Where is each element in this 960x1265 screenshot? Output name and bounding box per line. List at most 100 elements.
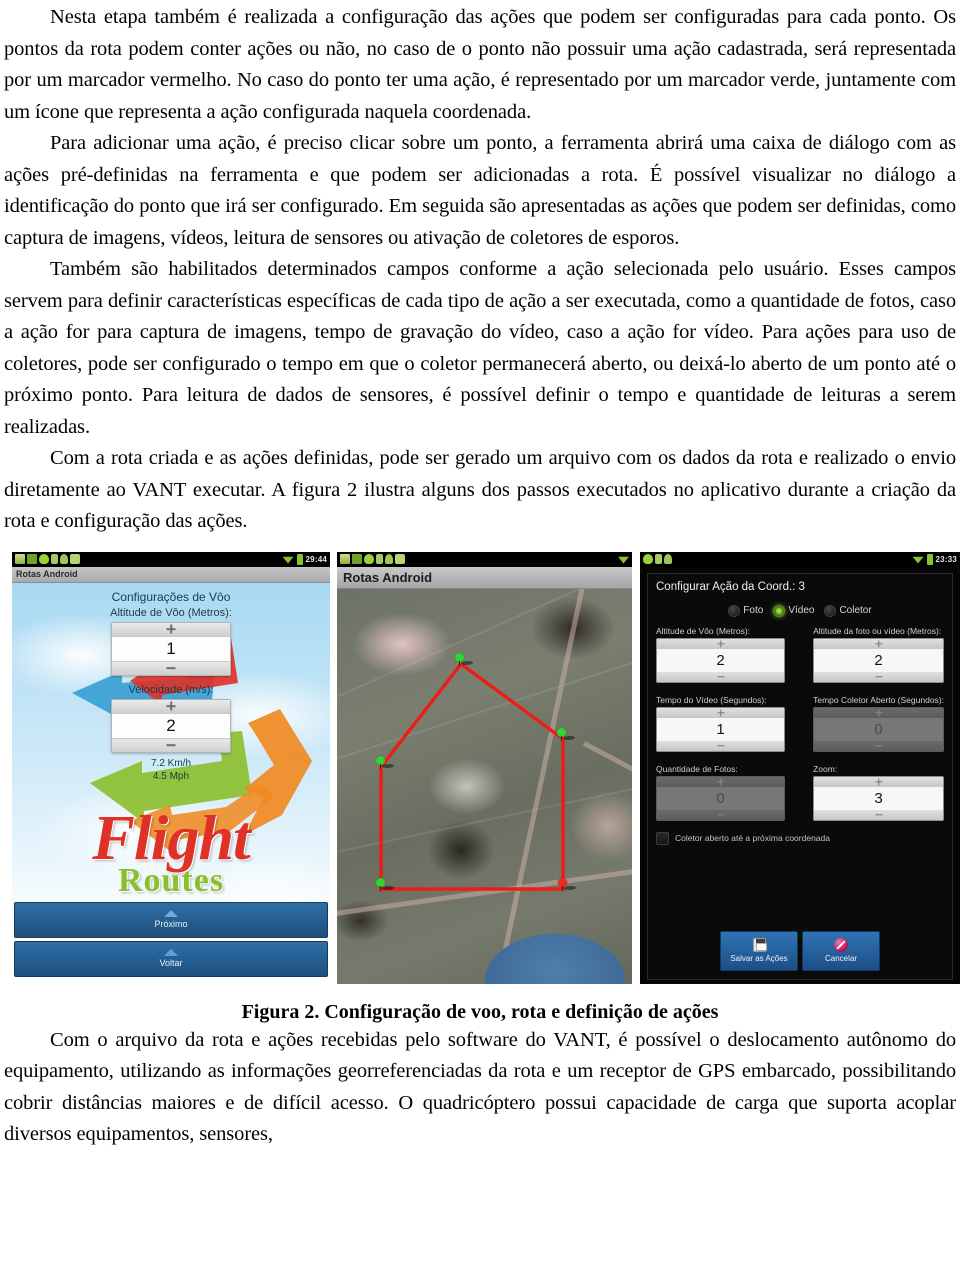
stepper-altitude-foto[interactable]: 2 (813, 637, 944, 683)
stepper-value-zoom[interactable]: 3 (814, 786, 943, 810)
screenshot-flight-config: 29:44 Rotas Android Configurações de Vôo… (12, 551, 330, 984)
altitude-increment-1[interactable] (112, 622, 230, 636)
stepper-increment (657, 776, 785, 787)
stepper-value-tempo-video[interactable]: 1 (657, 717, 785, 741)
cancel-circle-icon (834, 938, 848, 952)
figure-2: 29:44 Rotas Android Configurações de Vôo… (4, 551, 960, 990)
speed-label: Velocidade (m/s): (128, 683, 214, 696)
android-icon-3 (643, 554, 653, 564)
cancel-button[interactable]: Cancelar (802, 930, 880, 971)
field-label-quantidade-fotos: Quantidade de Fotos: (656, 763, 738, 774)
stepper-decrement (657, 809, 785, 820)
back-button-label: Voltar (159, 958, 183, 968)
field-label-tempo-video: Tempo do Vídeo (Segundos): (656, 694, 767, 705)
stepper-decrement[interactable] (814, 809, 943, 820)
paragraph-4: Com a rota criada e as ações definidas, … (4, 447, 956, 532)
radio-dot-video (773, 604, 786, 617)
stepper-increment[interactable] (814, 638, 943, 649)
route-marker-1[interactable] (455, 652, 474, 666)
satellite-map[interactable] (337, 588, 632, 984)
usb-icon-2 (376, 554, 383, 564)
speed-value[interactable]: 2 (112, 712, 230, 739)
stepper-increment (814, 707, 943, 718)
battery-icon-3 (926, 553, 933, 565)
android-status-bar-2 (337, 551, 632, 567)
radio-dot-foto (728, 604, 741, 617)
radio-coletor[interactable]: Coletor (824, 604, 872, 617)
stepper-decrement[interactable] (657, 740, 785, 751)
field-zoom: Zoom: 3 (813, 764, 944, 828)
calendar-icon (27, 554, 37, 564)
status-time-1: 29:44 (305, 554, 327, 564)
checkbox-icon[interactable] (656, 831, 669, 845)
marker-shadow (381, 763, 395, 768)
android-icon-2 (364, 554, 374, 564)
speed-decrement[interactable] (112, 738, 230, 752)
speed-increment[interactable] (112, 699, 230, 713)
document-page: Nesta etapa também é realizada a configu… (0, 0, 960, 1265)
field-label-zoom: Zoom: (813, 763, 838, 774)
floppy-disk-icon (752, 938, 767, 952)
altitude-value-1[interactable]: 1 (112, 635, 230, 662)
up-arrow-icon (164, 910, 178, 917)
wifi-icon-2 (618, 556, 629, 564)
logo-routes-text: Routes (117, 861, 225, 899)
field-altitude-foto: Altitude da foto ou vídeo (Metros): 2 (813, 626, 944, 690)
stepper-value-tempo-coletor: 0 (814, 717, 943, 741)
speed-stepper[interactable]: 2 (111, 698, 231, 753)
battery-icon (296, 553, 303, 565)
field-quantidade-fotos: Quantidade de Fotos: 0 (656, 763, 786, 828)
save-actions-button[interactable]: Salvar as Ações (720, 930, 798, 971)
stepper-increment[interactable] (657, 707, 785, 718)
marker-shadow (563, 885, 577, 890)
radio-foto[interactable]: Foto (728, 604, 763, 617)
speed-mph: 4.5 Mph (152, 770, 190, 782)
save-actions-label: Salvar as Ações (730, 954, 788, 963)
stepper-quantidade-fotos: 0 (656, 775, 786, 821)
dialog-title: Configurar Ação da Coord.: 3 (656, 580, 805, 593)
radio-video[interactable]: Vídeo (773, 604, 814, 617)
route-polyline (379, 662, 565, 891)
download-icon (60, 554, 68, 564)
back-button[interactable]: Voltar (14, 940, 328, 977)
action-dialog-panel: Configurar Ação da Coord.: 3 Foto Vídeo (647, 572, 953, 980)
stepper-value-altitude-foto[interactable]: 2 (814, 648, 943, 672)
route-marker-2[interactable] (557, 727, 576, 741)
route-marker-4[interactable] (376, 877, 395, 891)
stepper-altitude-voo[interactable]: 2 (656, 637, 786, 683)
stepper-zoom[interactable]: 3 (813, 775, 944, 821)
wifi-icon (282, 556, 294, 564)
flight-config-heading: Configurações de Vôo (111, 589, 231, 604)
route-marker-5[interactable] (558, 877, 577, 891)
up-arrow-icon-2 (164, 949, 178, 956)
altitude-stepper-1[interactable]: 1 (111, 621, 231, 676)
stepper-value-quantidade-fotos: 0 (657, 786, 785, 810)
stepper-value-altitude-voo[interactable]: 2 (657, 648, 785, 672)
checkbox-label: Coletor aberto até a próxima coordenada (675, 833, 830, 843)
stepper-decrement (814, 740, 943, 751)
altitude-label-1: Altitude de Vôo (Metros): (110, 606, 232, 619)
figure-caption: Figura 2. Configuração de voo, rota e de… (241, 1000, 719, 1023)
stepper-tempo-video[interactable]: 1 (656, 706, 786, 752)
calendar-icon-2 (352, 554, 362, 564)
alarm-icon-2 (395, 554, 405, 564)
android-status-bar-3: 23:33 (640, 551, 960, 567)
screenshot-action-dialog: 23:33 Configurar Ação da Coord.: 3 Foto … (640, 551, 960, 984)
flight-config-buttons: Próximo Voltar (12, 901, 330, 980)
route-marker-3[interactable] (376, 755, 395, 769)
altitude-decrement-1[interactable] (112, 661, 230, 675)
alarm-icon (70, 554, 80, 564)
paragraph-2: Para adicionar uma ação, é preciso clica… (4, 132, 956, 249)
radio-label-coletor: Coletor (839, 605, 872, 616)
marker-shadow (460, 660, 474, 665)
stepper-increment[interactable] (657, 638, 785, 649)
next-button[interactable]: Próximo (14, 901, 328, 938)
wifi-icon-3 (912, 556, 924, 564)
paragraph-after-figure: Com o arquivo da rota e ações recebidas … (4, 1028, 956, 1146)
stepper-decrement[interactable] (814, 671, 943, 682)
stepper-decrement[interactable] (657, 671, 785, 682)
speed-kmh: 7.2 Km/h (150, 757, 192, 769)
action-fields-grid: Altitude de Vôo (Metros): 2 Altitude da … (656, 626, 944, 828)
stepper-increment[interactable] (814, 776, 943, 787)
coletor-checkbox-row[interactable]: Coletor aberto até a próxima coordenada (656, 831, 944, 845)
